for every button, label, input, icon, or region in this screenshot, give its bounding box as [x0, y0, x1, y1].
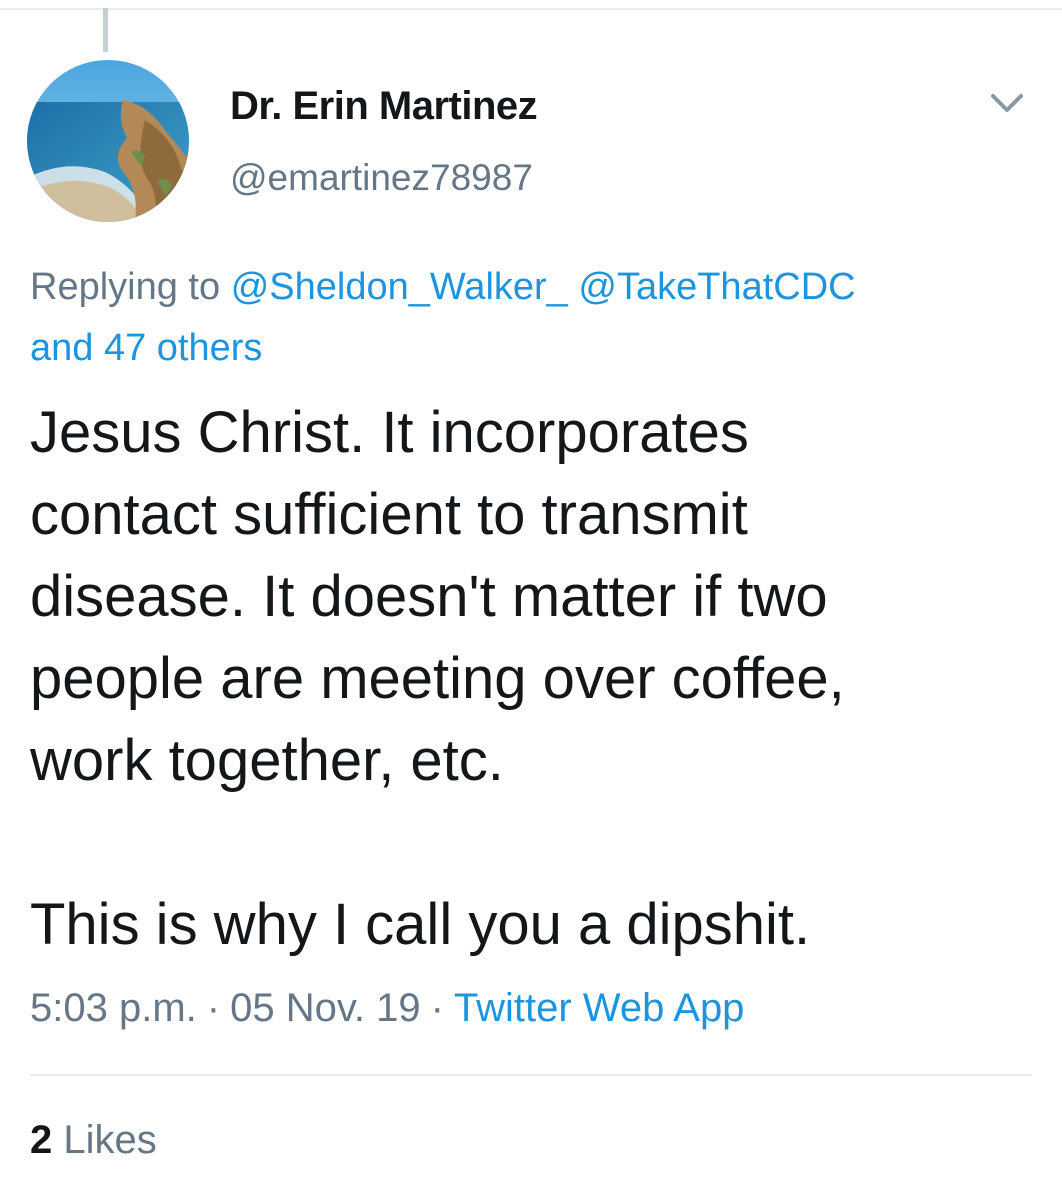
tweet-source-link[interactable]: Twitter Web App — [454, 986, 745, 1030]
tweet-line: disease. It doesn't matter if two — [30, 564, 828, 629]
mention-link[interactable]: @Sheldon_Walker_ — [231, 266, 568, 308]
reply-context: Replying to @Sheldon_Walker_ @TakeThatCD… — [30, 257, 1030, 379]
avatar[interactable] — [27, 60, 189, 222]
thread-connector-line — [103, 8, 108, 52]
author-handle[interactable]: @emartinez78987 — [230, 157, 533, 199]
mention-link[interactable]: @TakeThatCDC — [578, 266, 855, 308]
tweet-date[interactable]: 05 Nov. 19 — [230, 986, 421, 1030]
tweet-line: Jesus Christ. It incorporates — [30, 400, 749, 465]
tweet-line: contact sufficient to transmit — [30, 482, 748, 547]
tweet-meta: 5:03 p.m. · 05 Nov. 19 · Twitter Web App — [30, 986, 744, 1031]
stats-divider — [30, 1074, 1032, 1076]
meta-separator: · — [206, 986, 221, 1030]
tweet-line: work together, etc. — [30, 728, 504, 793]
likes-label: Likes — [63, 1118, 157, 1162]
meta-separator: · — [430, 986, 444, 1030]
author-name[interactable]: Dr. Erin Martinez — [230, 84, 538, 129]
likes-stat[interactable]: 2 Likes — [30, 1118, 157, 1163]
tweet-time[interactable]: 5:03 p.m. — [30, 986, 197, 1030]
replying-to-label: Replying to — [30, 266, 221, 308]
chevron-down-icon — [991, 94, 1023, 112]
top-divider — [0, 8, 1062, 10]
likes-count: 2 — [30, 1118, 53, 1162]
others-link[interactable]: and 47 others — [30, 327, 262, 369]
tweet-closing-line: This is why I call you a dipshit. — [30, 892, 811, 957]
more-options-button[interactable] — [985, 86, 1029, 122]
beach-coastline-avatar-icon — [27, 60, 189, 222]
tweet-text: Jesus Christ. It incorporates contact su… — [30, 392, 1040, 966]
tweet-line: people are meeting over coffee, — [30, 646, 845, 711]
